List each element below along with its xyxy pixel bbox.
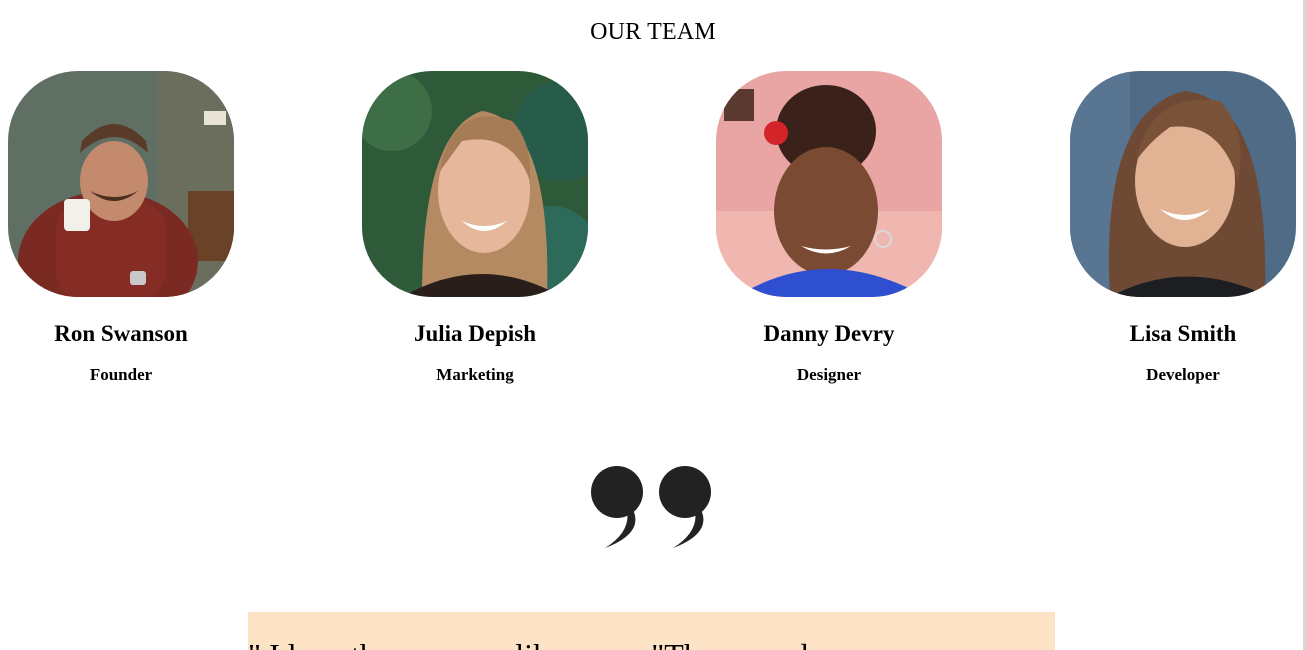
member-photo [1070, 71, 1296, 297]
member-name: Danny Devry [763, 321, 895, 346]
member-photo [362, 71, 588, 297]
team-member-card: Julia Depish Marketing [362, 71, 588, 385]
testimonial-box: " I love the… we … like … … "The … and … [248, 612, 1055, 650]
member-name: Julia Depish [413, 321, 537, 346]
member-role: Developer [1146, 365, 1220, 384]
member-photo [8, 71, 234, 297]
member-photo [716, 71, 942, 297]
member-role: Marketing [436, 365, 514, 384]
quote-mark-icon [587, 462, 719, 552]
testimonial-text: " I love the… we … like … … "The … and … [248, 636, 1028, 650]
section-title: OUR TEAM [590, 19, 716, 45]
member-role: Designer [796, 365, 862, 384]
team-member-card: Danny Devry Designer [716, 71, 942, 385]
member-role: Founder [89, 365, 153, 384]
team-member-card: Lisa Smith Developer [1070, 71, 1296, 385]
team-member-card: Ron Swanson Founder [8, 71, 234, 385]
member-name: Ron Swanson [54, 321, 188, 346]
member-name: Lisa Smith [1129, 321, 1237, 346]
